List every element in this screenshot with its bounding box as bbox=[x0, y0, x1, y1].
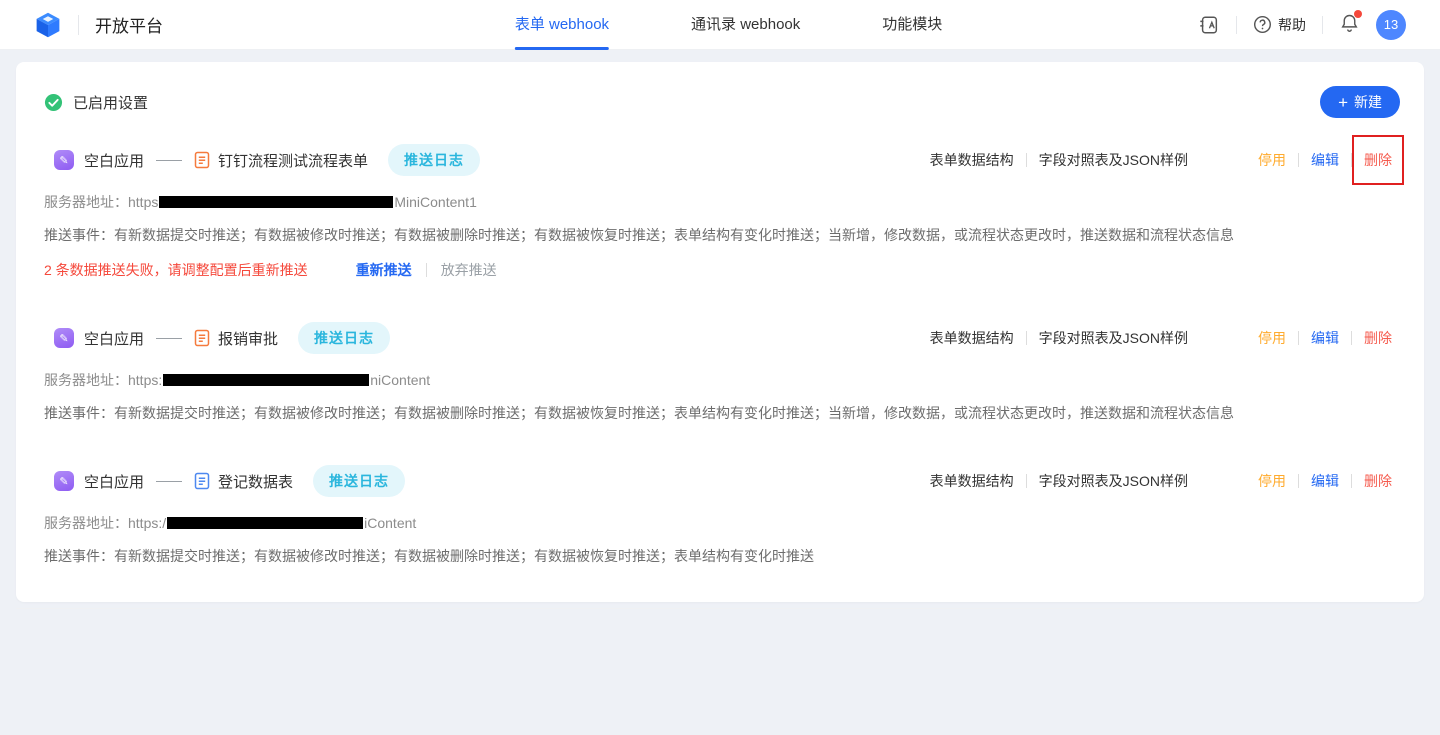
field-mapping-json-link[interactable]: 字段对照表及JSON样例 bbox=[1039, 328, 1188, 348]
push-error-message: 2 条数据推送失败，请调整配置后重新推送 bbox=[44, 260, 308, 280]
server-address: 服务器地址：https: niContent bbox=[44, 370, 1392, 390]
panel-footer bbox=[16, 608, 1424, 609]
redaction-bar bbox=[163, 374, 369, 386]
app-icon: ✎ bbox=[54, 328, 74, 348]
action-divider bbox=[1351, 331, 1352, 345]
cube-logo-icon[interactable] bbox=[34, 11, 62, 39]
disable-button[interactable]: 停用 bbox=[1258, 328, 1286, 348]
app-icon: ✎ bbox=[54, 471, 74, 491]
navbar-right: 帮助 13 bbox=[1198, 10, 1406, 40]
app-name: 空白应用 bbox=[84, 150, 144, 171]
push-events: 推送事件：有新数据提交时推送；有数据被修改时推送；有数据被删除时推送；有数据被恢… bbox=[44, 403, 1392, 423]
form-name: 钉钉流程测试流程表单 bbox=[218, 150, 368, 171]
field-mapping-json-link[interactable]: 字段对照表及JSON样例 bbox=[1039, 471, 1188, 491]
page-title: 开放平台 bbox=[95, 12, 163, 37]
webhook-item: ✎ 空白应用 钉钉流程测试流程表单 推送日志 表单数据结构 字段对照表及JSON… bbox=[44, 144, 1392, 280]
avatar[interactable]: 13 bbox=[1376, 10, 1406, 40]
abandon-push-button[interactable]: 放弃推送 bbox=[441, 260, 497, 280]
form-data-structure-link[interactable]: 表单数据结构 bbox=[930, 150, 1014, 170]
tab-function-modules[interactable]: 功能模块 bbox=[882, 0, 942, 50]
redaction-bar bbox=[159, 196, 393, 208]
top-navbar: 开放平台 表单 webhook 通讯录 webhook 功能模块 帮助 bbox=[0, 0, 1440, 50]
status-label: 已启用设置 bbox=[73, 92, 148, 113]
push-log-button[interactable]: 推送日志 bbox=[388, 144, 480, 176]
nav-divider bbox=[1236, 16, 1237, 34]
status: 已启用设置 bbox=[44, 92, 148, 113]
new-button-label: 新建 bbox=[1354, 92, 1382, 112]
dash-separator bbox=[156, 481, 182, 482]
disable-button[interactable]: 停用 bbox=[1258, 150, 1286, 170]
nav-tabs: 表单 webhook 通讯录 webhook 功能模块 bbox=[515, 0, 942, 50]
error-divider bbox=[426, 263, 427, 277]
app-name: 空白应用 bbox=[84, 328, 144, 349]
server-address-prefix: 服务器地址：https:/ bbox=[44, 513, 166, 533]
dash-separator bbox=[156, 160, 182, 161]
new-button[interactable]: + 新建 bbox=[1320, 86, 1400, 118]
form-data-structure-link[interactable]: 表单数据结构 bbox=[930, 471, 1014, 491]
panel-header: 已启用设置 + 新建 bbox=[16, 62, 1424, 128]
brand-divider bbox=[78, 15, 79, 35]
contacts-icon[interactable] bbox=[1198, 14, 1220, 36]
push-log-button[interactable]: 推送日志 bbox=[298, 322, 390, 354]
check-circle-icon bbox=[44, 93, 63, 112]
app-icon: ✎ bbox=[54, 150, 74, 170]
delete-button[interactable]: 删除 bbox=[1364, 150, 1392, 170]
form-doc-icon bbox=[194, 472, 210, 490]
plus-icon: + bbox=[1338, 94, 1348, 111]
field-mapping-json-link[interactable]: 字段对照表及JSON样例 bbox=[1039, 150, 1188, 170]
webhook-list: ✎ 空白应用 钉钉流程测试流程表单 推送日志 表单数据结构 字段对照表及JSON… bbox=[16, 128, 1424, 608]
dash-separator bbox=[156, 338, 182, 339]
push-log-button[interactable]: 推送日志 bbox=[313, 465, 405, 497]
edit-button[interactable]: 编辑 bbox=[1311, 328, 1339, 348]
webhook-item: ✎ 空白应用 登记数据表 推送日志 表单数据结构 字段对照表及JSON样例 bbox=[44, 465, 1392, 566]
brand: 开放平台 bbox=[34, 11, 163, 39]
server-address-suffix: iContent bbox=[364, 515, 416, 531]
tab-contacts-webhook[interactable]: 通讯录 webhook bbox=[691, 0, 800, 50]
retry-push-button[interactable]: 重新推送 bbox=[356, 260, 412, 280]
action-divider bbox=[1298, 153, 1299, 167]
help-button[interactable]: 帮助 bbox=[1253, 15, 1306, 35]
server-address: 服务器地址：https:/ iContent bbox=[44, 513, 1392, 533]
server-address-suffix: MiniContent1 bbox=[394, 194, 477, 210]
server-address-suffix: niContent bbox=[370, 372, 430, 388]
form-doc-icon bbox=[194, 329, 210, 347]
link-divider bbox=[1026, 153, 1027, 167]
server-address-prefix: 服务器地址：https bbox=[44, 192, 158, 212]
help-label: 帮助 bbox=[1278, 15, 1306, 35]
edit-button[interactable]: 编辑 bbox=[1311, 150, 1339, 170]
link-divider bbox=[1026, 331, 1027, 345]
notification-bell[interactable] bbox=[1339, 12, 1360, 38]
action-divider bbox=[1351, 153, 1352, 167]
server-address: 服务器地址：https MiniContent1 bbox=[44, 192, 1392, 212]
tab-form-webhook[interactable]: 表单 webhook bbox=[515, 0, 609, 50]
action-divider bbox=[1351, 474, 1352, 488]
edit-button[interactable]: 编辑 bbox=[1311, 471, 1339, 491]
webhook-item: ✎ 空白应用 报销审批 推送日志 表单数据结构 字段对照表及JSON样例 停 bbox=[44, 322, 1392, 423]
action-divider bbox=[1298, 331, 1299, 345]
help-icon bbox=[1253, 15, 1272, 34]
disable-button[interactable]: 停用 bbox=[1258, 471, 1286, 491]
notification-dot bbox=[1354, 10, 1362, 18]
form-doc-icon bbox=[194, 151, 210, 169]
push-error-row: 2 条数据推送失败，请调整配置后重新推送 重新推送 放弃推送 bbox=[44, 260, 1392, 280]
app-name: 空白应用 bbox=[84, 471, 144, 492]
delete-button[interactable]: 删除 bbox=[1364, 328, 1392, 348]
redaction-bar bbox=[167, 517, 363, 529]
push-events: 推送事件：有新数据提交时推送；有数据被修改时推送；有数据被删除时推送；有数据被恢… bbox=[44, 225, 1392, 245]
nav-divider bbox=[1322, 16, 1323, 34]
enabled-settings-panel: 已启用设置 + 新建 ✎ 空白应用 钉钉流程测试流程表单 推送日志 bbox=[16, 62, 1424, 602]
form-data-structure-link[interactable]: 表单数据结构 bbox=[930, 328, 1014, 348]
link-divider bbox=[1026, 474, 1027, 488]
delete-button[interactable]: 删除 bbox=[1364, 471, 1392, 491]
server-address-prefix: 服务器地址：https: bbox=[44, 370, 162, 390]
action-divider bbox=[1298, 474, 1299, 488]
push-events: 推送事件：有新数据提交时推送；有数据被修改时推送；有数据被删除时推送；有数据被恢… bbox=[44, 546, 1392, 566]
form-name: 登记数据表 bbox=[218, 471, 293, 492]
form-name: 报销审批 bbox=[218, 328, 278, 349]
